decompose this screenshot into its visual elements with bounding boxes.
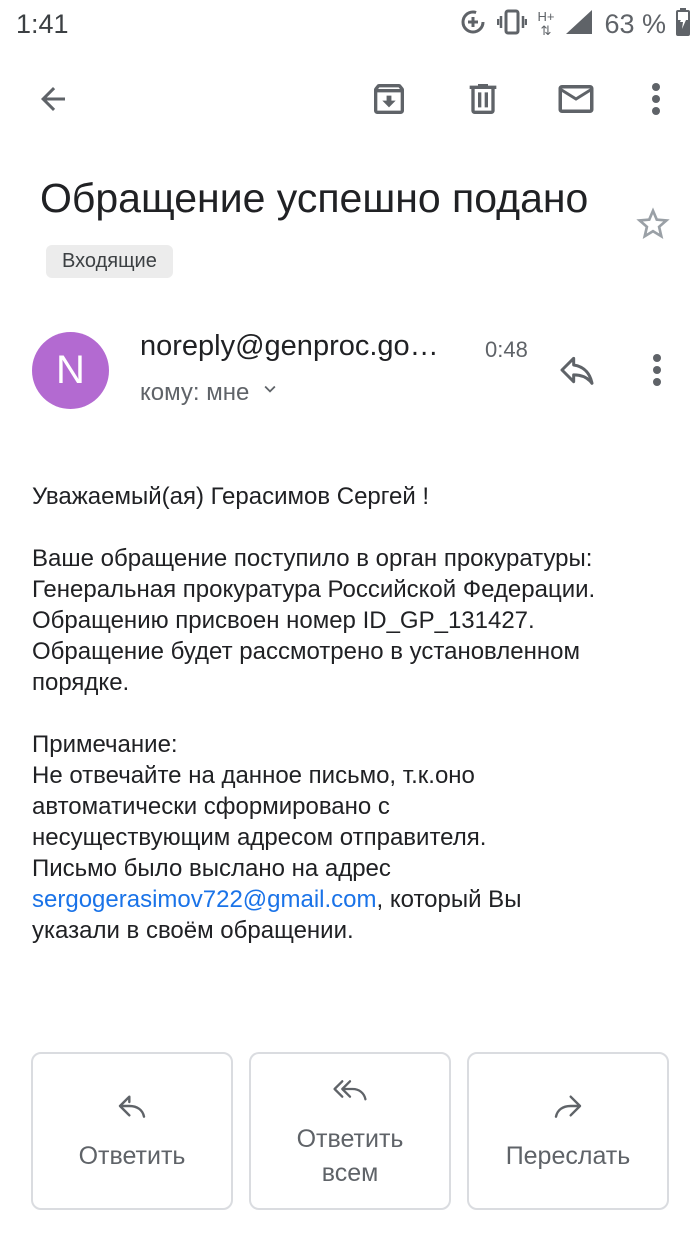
battery-icon <box>676 7 690 41</box>
recipient-label: кому: мне <box>140 378 250 406</box>
more-options-button[interactable] <box>636 76 676 126</box>
body-line: Ваше обращение поступило в орган прокура… <box>32 545 593 572</box>
body-line: Обращению присвоен номер ID_GP_131427. <box>32 607 535 634</box>
body-line: Обращение будет рассмотрено в установлен… <box>32 638 580 665</box>
body-line: sergogerasimov722@gmail.com, который Вы <box>32 884 682 915</box>
archive-button[interactable] <box>364 76 414 126</box>
reply-all-action-button[interactable]: Ответить всем <box>249 1052 451 1210</box>
arrow-back-icon <box>35 81 71 122</box>
message-more-button[interactable] <box>640 350 674 394</box>
body-line: порядке. <box>32 669 130 696</box>
reply-all-label: Ответить всем <box>297 1122 404 1190</box>
reply-icon <box>116 1090 148 1139</box>
more-vert-icon <box>652 353 662 392</box>
vibrate-icon <box>497 8 528 41</box>
back-button[interactable] <box>28 76 78 126</box>
subject-title: Обращение успешно подано <box>40 175 589 221</box>
body-line: Письмо было выслано на адрес <box>32 855 391 882</box>
body-line: несуществующим адресом отправителя. <box>32 824 487 851</box>
data-saver-icon <box>459 8 487 41</box>
network-type: H+ ⇅ <box>537 9 555 38</box>
status-icons: H+ ⇅ 63 % <box>459 4 690 44</box>
sender-email[interactable]: noreply@genproc.go… <box>140 330 470 363</box>
email-subject: Обращение успешно подано Входящие <box>40 168 600 290</box>
more-vert-icon <box>651 82 661 121</box>
reply-label: Ответить <box>78 1141 186 1170</box>
forward-icon <box>552 1090 584 1139</box>
body-line: автоматически сформировано с <box>32 793 390 820</box>
email-link[interactable]: sergogerasimov722@gmail.com <box>32 886 377 913</box>
reply-icon <box>557 350 597 395</box>
note-title: Примечание: <box>32 731 178 758</box>
chevron-down-icon <box>259 378 281 407</box>
forward-action-button[interactable]: Переслать <box>467 1052 669 1210</box>
recipient-details-toggle[interactable]: кому: мне <box>140 378 281 407</box>
delete-button[interactable] <box>458 76 508 126</box>
body-line: указали в своём обращении. <box>32 917 354 944</box>
body-line: Не отвечайте на данное письмо, т.к.оно <box>32 762 475 789</box>
inbox-label-chip[interactable]: Входящие <box>46 245 173 278</box>
email-body: Уважаемый(ая) Герасимов Сергей ! Ваше об… <box>32 481 682 946</box>
status-time: 1:41 <box>16 9 69 39</box>
body-line-suffix: , который Вы <box>376 886 522 913</box>
body-line: Генеральная прокуратура Российской Федер… <box>32 576 596 603</box>
battery-percent: 63 % <box>604 8 666 39</box>
greeting: Уважаемый(ая) Герасимов Сергей ! <box>32 483 430 510</box>
sender-avatar[interactable]: N <box>32 332 109 409</box>
reply-all-icon <box>332 1073 368 1122</box>
forward-label: Переслать <box>505 1141 631 1170</box>
delete-icon <box>463 79 503 124</box>
star-button[interactable] <box>630 203 676 249</box>
mark-unread-button[interactable] <box>550 76 602 126</box>
message-time: 0:48 <box>485 337 528 362</box>
mail-icon <box>555 78 597 125</box>
reply-action-button[interactable]: Ответить <box>31 1052 233 1210</box>
reply-all-label-line1: Ответить <box>296 1124 404 1153</box>
signal-icon <box>564 8 594 41</box>
reply-all-label-line2: всем <box>321 1158 379 1187</box>
network-label: H+ <box>537 9 555 24</box>
reply-button[interactable] <box>552 350 602 394</box>
archive-icon <box>369 79 409 124</box>
star-outline-icon <box>633 204 673 249</box>
